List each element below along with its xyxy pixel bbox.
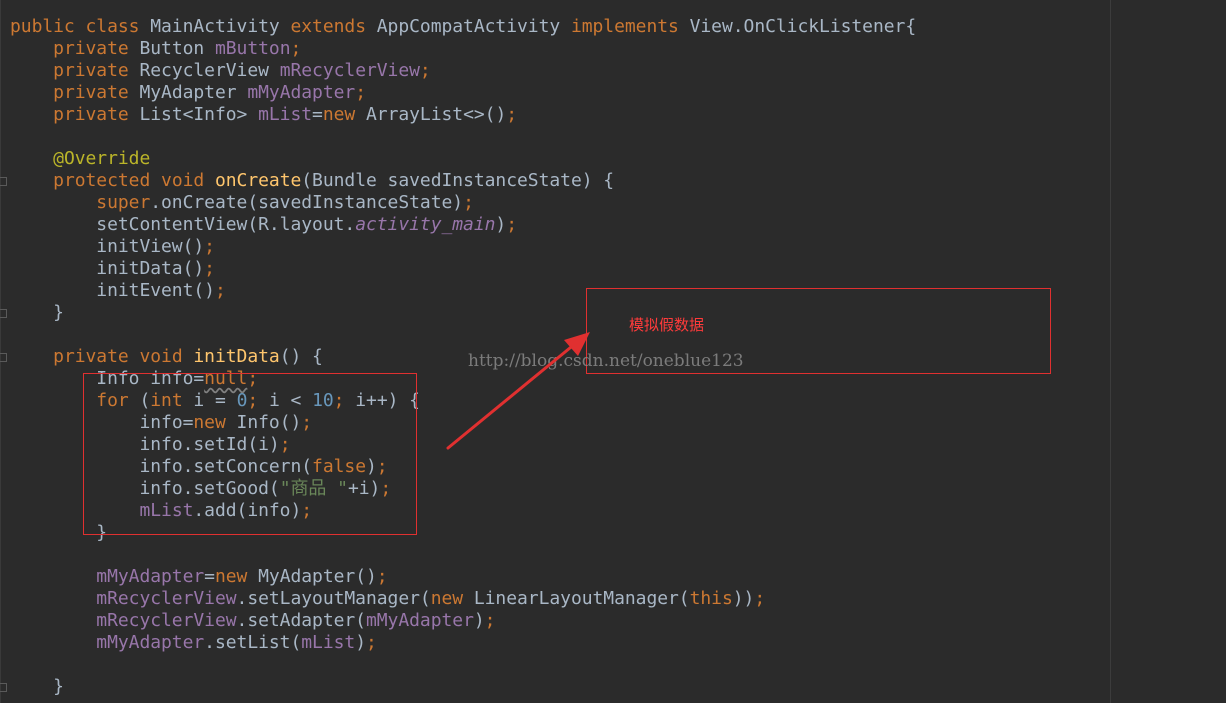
watermark: http://blog.csdn.net/oneblue123 — [468, 351, 744, 371]
semicolon: ; — [506, 214, 518, 235]
class-name: MainActivity — [150, 16, 291, 37]
code-line: } — [10, 676, 916, 698]
code-line: mMyAdapter.setList(mList); — [10, 632, 916, 654]
code-text: .setLayoutManager( — [236, 588, 431, 609]
code-line: private MyAdapter mMyAdapter; — [10, 82, 916, 104]
code-text: .onCreate(savedInstanceState) — [150, 192, 464, 213]
closing-brace: } — [53, 676, 64, 697]
type-name: RecyclerView — [139, 60, 280, 81]
code-text: LinearLayoutManager( — [473, 588, 690, 609]
code-line: initData(); — [10, 258, 916, 280]
semicolon: ; — [506, 104, 518, 125]
keyword: private — [53, 60, 140, 81]
semicolon: ; — [366, 632, 377, 653]
keyword: private — [53, 82, 140, 103]
field-name: mRecyclerView — [96, 588, 237, 609]
semicolon: ; — [355, 82, 366, 103]
semicolon: ; — [484, 610, 496, 631]
code-line: private List<Info> mList=new ArrayList<>… — [10, 104, 916, 126]
type-name: List<Info> — [139, 104, 259, 125]
keyword: new — [430, 588, 474, 609]
annotation: @Override — [53, 148, 151, 169]
fold-marker-icon[interactable] — [0, 353, 7, 362]
keyword: protected — [53, 170, 162, 191]
code-text: .setAdapter( — [236, 610, 367, 631]
method-name: initData — [193, 346, 280, 367]
code-line: mRecyclerView.setLayoutManager(new Linea… — [10, 588, 916, 610]
type-name: MyAdapter — [139, 82, 248, 103]
annotation-note: 模拟假数据 — [629, 316, 705, 334]
gutter-divider — [0, 0, 1, 703]
code-line: @Override — [10, 148, 916, 170]
code-highlight-box — [83, 373, 417, 535]
code-text: initData() — [96, 258, 205, 279]
code-text: (Bundle savedInstanceState) { — [301, 170, 615, 191]
keyword: new — [322, 104, 366, 125]
code-text: ) — [495, 214, 507, 235]
field-name: mMyAdapter — [365, 610, 474, 631]
keyword: private — [53, 38, 140, 59]
semicolon: ; — [214, 280, 226, 301]
keyword: extends — [290, 16, 377, 37]
field-name: mRecyclerView — [96, 610, 237, 631]
code-text: () { — [279, 346, 323, 367]
field-name: mRecyclerView — [279, 60, 420, 81]
keyword: private — [53, 104, 140, 125]
semicolon: ; — [290, 38, 302, 59]
type-name: Button — [139, 38, 215, 59]
code-line: private Button mButton; — [10, 38, 916, 60]
operator: = — [204, 566, 215, 587]
code-text: initEvent() — [96, 280, 215, 301]
keyword: public class — [10, 16, 151, 37]
code-line: public class MainActivity extends AppCom… — [10, 16, 916, 38]
field-name: mList — [301, 632, 356, 653]
fold-marker-icon[interactable] — [0, 177, 7, 186]
field-name: mList — [258, 104, 313, 125]
semicolon: ; — [463, 192, 474, 213]
code-line: protected void onCreate(Bundle savedInst… — [10, 170, 916, 192]
interface-name: View.OnClickListener{ — [689, 16, 917, 37]
code-text: ) — [473, 610, 485, 631]
code-text: MyAdapter() — [258, 566, 377, 587]
code-line: initView(); — [10, 236, 916, 258]
code-text: ArrayList<>() — [366, 104, 507, 125]
code-line: private RecyclerView mRecyclerView; — [10, 60, 916, 82]
keyword: super — [96, 192, 151, 213]
keyword: new — [214, 566, 259, 587]
code-line: mRecyclerView.setAdapter(mMyAdapter); — [10, 610, 916, 632]
semicolon: ; — [754, 588, 766, 609]
fold-marker-icon[interactable] — [0, 309, 7, 318]
semicolon: ; — [204, 236, 215, 257]
keyword: implements — [570, 16, 690, 37]
static-field: activity_main — [355, 214, 496, 235]
keyword: this — [689, 588, 733, 609]
code-text: ) — [355, 632, 366, 653]
field-name: mMyAdapter — [96, 566, 205, 587]
keyword: private — [53, 346, 140, 367]
code-line: setContentView(R.layout.activity_main); — [10, 214, 916, 236]
base-class: AppCompatActivity — [376, 16, 571, 37]
field-name: mMyAdapter — [96, 632, 205, 653]
semicolon: ; — [376, 566, 388, 587]
code-text: .setList( — [204, 632, 302, 653]
keyword: void — [139, 346, 194, 367]
operator: = — [312, 104, 323, 125]
method-name: onCreate — [214, 170, 302, 191]
code-line: super.onCreate(savedInstanceState); — [10, 192, 916, 214]
code-line: mMyAdapter=new MyAdapter(); — [10, 566, 916, 588]
closing-brace: } — [53, 302, 64, 323]
keyword: void — [161, 170, 215, 191]
field-name: mMyAdapter — [247, 82, 356, 103]
right-margin-guide — [1110, 0, 1111, 703]
semicolon: ; — [419, 60, 431, 81]
field-name: mButton — [214, 38, 291, 59]
fold-marker-icon[interactable] — [0, 683, 7, 692]
code-text: setContentView(R.layout. — [96, 214, 356, 235]
code-text: initView() — [96, 236, 205, 257]
code-text: )) — [732, 588, 755, 609]
semicolon: ; — [204, 258, 215, 279]
